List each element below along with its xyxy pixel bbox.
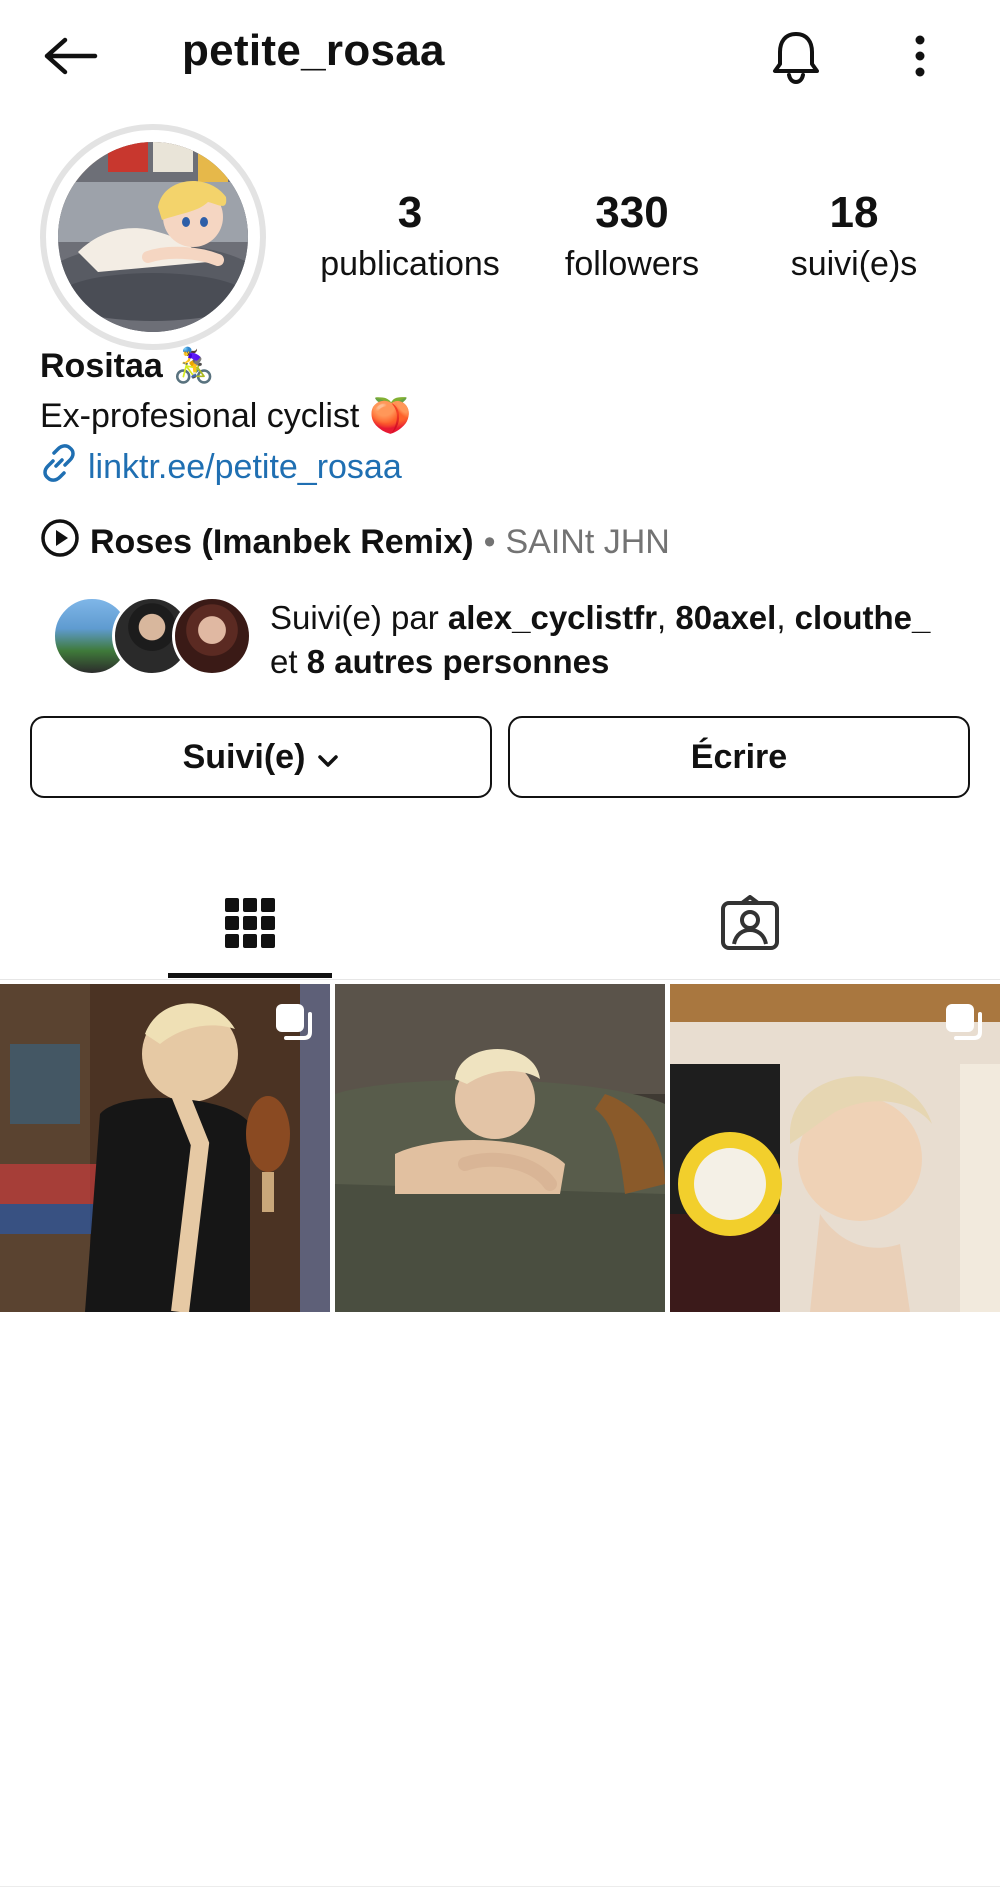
mutual-user[interactable]: alex_cyclistfr [448, 599, 657, 636]
profile-link[interactable]: linktr.ee/petite_rosaa [40, 444, 402, 491]
profile-tabs [0, 870, 1000, 980]
more-vertical-icon[interactable] [900, 24, 940, 88]
chevron-down-icon [317, 738, 339, 777]
profile-name-text: Rositaa [40, 346, 163, 385]
multiple-posts-icon [944, 1002, 984, 1042]
mutual-avatars [52, 596, 252, 676]
separator: , [776, 599, 795, 636]
stat-followers[interactable]: 330 followers [522, 186, 742, 288]
followed-by[interactable]: Suivi(e) par alex_cyclistfr, 80axel, clo… [52, 596, 982, 686]
profile-username: petite_rosaa [182, 26, 445, 75]
following-button-label: Suivi(e) [182, 737, 306, 776]
stat-label: suivi(e)s [790, 245, 918, 283]
arrow-left-icon[interactable] [36, 28, 106, 84]
stat-label: followers [564, 245, 700, 283]
stat-value: 18 [829, 188, 879, 237]
profile-avatar[interactable] [40, 124, 266, 350]
tagged-person-icon [720, 894, 780, 956]
cyclist-emoji: 🚴‍♀️ [172, 347, 216, 385]
profile-name: Rositaa 🚴‍♀️ [40, 346, 215, 386]
message-button[interactable]: Écrire [508, 716, 970, 798]
bio-text: Ex-profesional cyclist [40, 396, 360, 435]
peach-emoji: 🍑 [369, 397, 412, 435]
mutual-user[interactable]: clouthe_ [795, 599, 931, 636]
play-circle-icon [40, 518, 80, 567]
music-separator: • [483, 523, 496, 561]
top-bar: petite_rosaa [0, 0, 1000, 110]
post-thumbnail[interactable] [0, 984, 330, 1312]
mutual-user[interactable]: 80axel [675, 599, 776, 636]
multiple-posts-icon [274, 1002, 314, 1042]
bell-icon[interactable] [764, 24, 828, 88]
mutual-others[interactable]: 8 autres personnes [307, 643, 610, 680]
profile-music[interactable]: Roses (Imanbek Remix) • SAINt JHN [40, 518, 670, 567]
music-artist: SAINt JHN [505, 523, 670, 561]
stat-label: publications [320, 245, 500, 283]
post-thumbnail[interactable] [335, 984, 665, 1312]
tab-posts-grid[interactable] [0, 870, 500, 980]
following-button[interactable]: Suivi(e) [30, 716, 492, 798]
stat-value: 330 [595, 188, 669, 237]
message-button-label: Écrire [690, 737, 788, 776]
post-thumbnail[interactable] [670, 984, 1000, 1312]
followed-by-prefix: Suivi(e) par [270, 599, 448, 636]
music-title: Roses (Imanbek Remix) [90, 523, 474, 561]
followed-by-and: et [270, 643, 307, 680]
posts-grid [0, 984, 1000, 1312]
tab-tagged[interactable] [500, 870, 1000, 980]
avatar-image [58, 142, 248, 332]
stat-following[interactable]: 18 suivi(e)s [744, 186, 964, 288]
stat-publications[interactable]: 3 publications [300, 186, 520, 288]
link-text: linktr.ee/petite_rosaa [88, 448, 402, 486]
link-icon [40, 444, 78, 491]
followed-by-text: Suivi(e) par alex_cyclistfr, 80axel, clo… [270, 596, 990, 684]
bottom-divider [0, 1886, 1000, 1887]
profile-bio: Ex-profesional cyclist 🍑 [40, 396, 412, 436]
stat-value: 3 [397, 188, 423, 237]
active-tab-indicator [168, 973, 332, 978]
grid-icon [223, 896, 277, 955]
profile-stats: 3 publications 330 followers 18 suivi(e)… [300, 186, 980, 296]
avatar [172, 596, 252, 676]
separator: , [657, 599, 676, 636]
